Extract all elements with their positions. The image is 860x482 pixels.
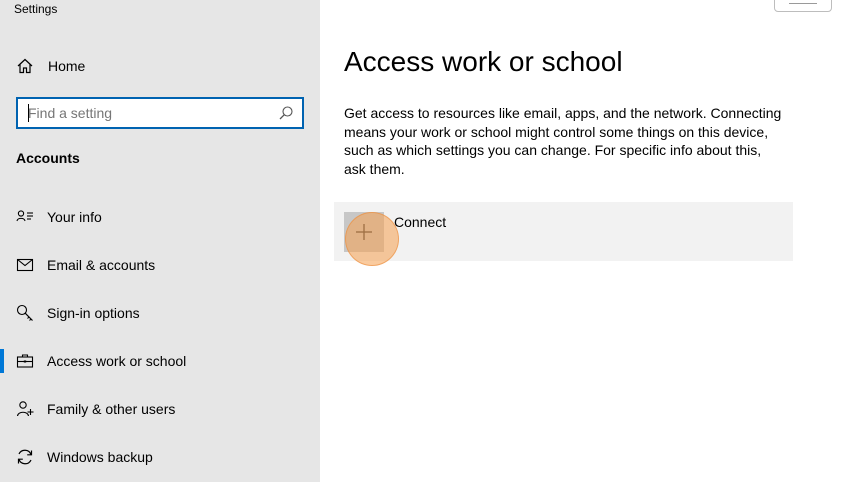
sidebar-item-label: Sign-in options xyxy=(47,305,140,321)
sidebar-item-label: Family & other users xyxy=(47,401,176,417)
person-card-icon xyxy=(16,208,34,226)
sync-icon xyxy=(16,448,34,466)
menu-icon xyxy=(789,3,817,4)
text-caret xyxy=(28,104,29,122)
sidebar-item-sign-in-options[interactable]: Sign-in options xyxy=(0,293,320,333)
plus-icon xyxy=(356,224,372,240)
sidebar-item-family-other-users[interactable]: Family & other users xyxy=(0,389,320,429)
search-input[interactable] xyxy=(18,99,270,127)
sidebar: Settings Home Accounts xyxy=(0,0,320,482)
sidebar-item-access-work-or-school[interactable]: Access work or school xyxy=(0,341,320,381)
sidebar-item-label: Access work or school xyxy=(47,353,187,369)
sidebar-item-label: Your info xyxy=(47,209,102,225)
briefcase-icon xyxy=(16,352,34,370)
window-title: Settings xyxy=(14,2,58,16)
home-icon xyxy=(16,57,34,75)
sidebar-item-email-accounts[interactable]: Email & accounts xyxy=(0,245,320,285)
page-description: Get access to resources like email, apps… xyxy=(344,105,782,177)
search-box[interactable] xyxy=(16,97,304,129)
main-content: Access work or school Get access to reso… xyxy=(320,0,860,482)
connect-button[interactable]: Connect xyxy=(334,202,793,261)
person-add-icon xyxy=(16,400,34,418)
section-heading: Accounts xyxy=(16,150,80,166)
search-icon[interactable] xyxy=(278,105,294,121)
key-icon xyxy=(16,304,34,322)
sidebar-item-windows-backup[interactable]: Windows backup xyxy=(0,437,320,477)
connect-label: Connect xyxy=(394,214,447,230)
sidebar-item-your-info[interactable]: Your info xyxy=(0,197,320,237)
mail-icon xyxy=(16,256,34,274)
home-label: Home xyxy=(48,58,86,74)
sidebar-item-label: Windows backup xyxy=(47,449,153,465)
home-nav-item[interactable]: Home xyxy=(16,54,85,78)
active-indicator xyxy=(0,349,4,373)
menu-button[interactable] xyxy=(774,0,832,12)
page-title: Access work or school xyxy=(344,46,623,77)
sidebar-item-label: Email & accounts xyxy=(47,257,156,273)
add-icon-tile xyxy=(344,212,384,252)
